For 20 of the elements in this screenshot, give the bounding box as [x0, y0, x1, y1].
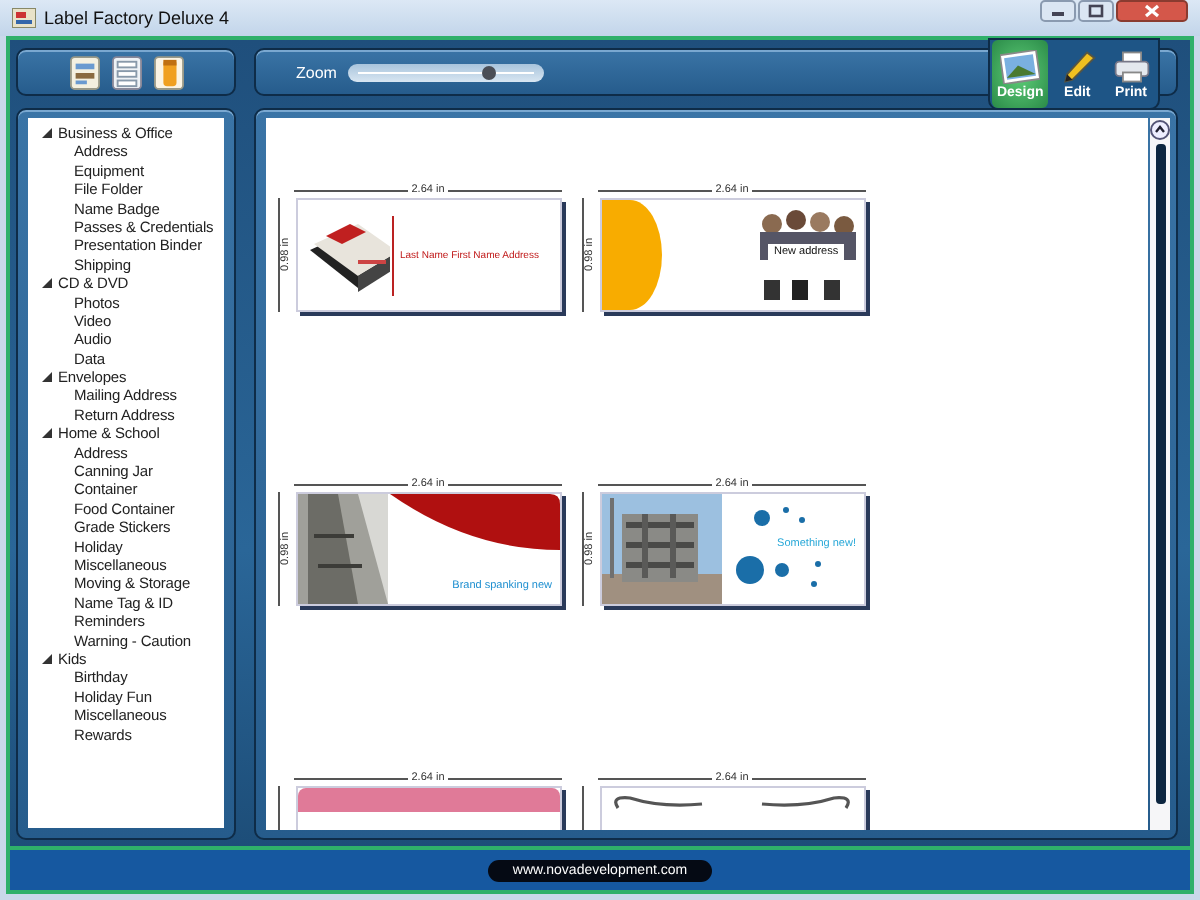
expander-icon[interactable] [42, 372, 52, 383]
expander-icon[interactable] [42, 278, 52, 289]
photo-icon [1000, 49, 1041, 83]
zoom-slider[interactable] [348, 63, 545, 81]
minimize-icon[interactable] [1040, 0, 1076, 22]
expander-icon[interactable] [42, 428, 52, 439]
scrollbar[interactable] [1150, 118, 1170, 830]
scrollbar-thumb[interactable] [1155, 144, 1165, 804]
jar-icon[interactable] [153, 55, 183, 89]
sheet-icon[interactable] [111, 55, 141, 89]
maximize-icon[interactable] [1078, 0, 1114, 22]
window-title: Label Factory Deluxe 4 [44, 8, 232, 28]
expander-icon[interactable] [42, 654, 52, 665]
printer-icon [1111, 49, 1152, 83]
scroll-up-icon[interactable] [1150, 120, 1170, 140]
close-icon[interactable] [1116, 0, 1188, 22]
expander-icon[interactable] [42, 128, 52, 139]
zoom-label: Zoom [296, 63, 337, 81]
app-icon [12, 8, 36, 28]
labels-icon[interactable] [69, 55, 99, 89]
